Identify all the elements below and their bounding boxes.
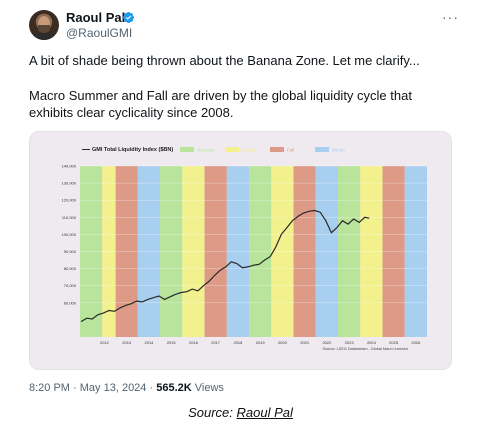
- author-handle[interactable]: @RaoulGMI: [66, 26, 132, 40]
- x-tick-label: 2019: [256, 340, 266, 345]
- x-tick-label: 2024: [367, 340, 377, 345]
- avatar[interactable]: [29, 10, 59, 40]
- liquidity-chart: 140,000 130,000 120,000 110,000 100,000 90,00…: [62, 147, 427, 351]
- x-tick-label: 2022: [322, 340, 332, 345]
- y-tick-label: 90,000: [64, 249, 77, 254]
- tweet-media-chart[interactable]: 140,000 130,000 120,000 110,000 100,000 90,00…: [29, 131, 452, 370]
- chart-source-note: Source: LSEG Datastream - Global Macro I…: [323, 347, 409, 351]
- y-tick-label: 130,000: [62, 181, 77, 186]
- y-tick-label: 110,000: [62, 215, 77, 220]
- legend-label-spring: Spring: [242, 148, 256, 153]
- y-tick-label: 140,000: [62, 164, 77, 169]
- legend-swatch-spring: [225, 147, 239, 152]
- tweet-text-line-3: exhibits clear cyclicality since 2008.: [29, 105, 234, 120]
- legend-swatch-winter: [315, 147, 329, 152]
- x-tick-label: 2012: [100, 340, 110, 345]
- y-tick-label: 70,000: [64, 283, 77, 288]
- x-tick-label: 2015: [167, 340, 177, 345]
- verified-badge-icon: [122, 11, 135, 24]
- legend-label-fall: Fall: [287, 148, 294, 153]
- tweet-text-line-1: A bit of shade being thrown about the Ba…: [29, 53, 420, 68]
- more-options-icon[interactable]: ···: [442, 10, 459, 24]
- tweet-time[interactable]: 8:20 PM: [29, 382, 70, 394]
- legend-swatch-summer: [180, 147, 194, 152]
- tweet-card: Raoul Pal @RaoulGMI ··· A bit of shade b…: [0, 0, 481, 400]
- tweet-date[interactable]: May 13, 2024: [80, 382, 147, 394]
- y-tick-label: 80,000: [64, 266, 77, 271]
- views-count: 565.2K: [156, 382, 192, 394]
- x-tick-label: 2020: [278, 340, 288, 345]
- x-tick-label: 2017: [211, 340, 221, 345]
- x-tick-label: 2023: [345, 340, 355, 345]
- tweet-text-paragraph-2: Macro Summer and Fall are driven by the …: [29, 87, 449, 121]
- source-link[interactable]: Raoul Pal: [237, 405, 293, 420]
- x-tick-label: 2013: [122, 340, 132, 345]
- chart-title: GMI Total Liquidity Index ($BN): [92, 147, 173, 153]
- x-tick-label: 2016: [189, 340, 199, 345]
- y-tick-label: 120,000: [62, 198, 77, 203]
- views-label: Views: [194, 382, 224, 394]
- tweet-text-line-2: Macro Summer and Fall are driven by the …: [29, 88, 412, 103]
- legend-label-winter: Winter: [332, 148, 346, 153]
- x-tick-label: 2018: [233, 340, 243, 345]
- author-name[interactable]: Raoul Pal: [66, 10, 125, 25]
- tweet-meta: 8:20 PM · May 13, 2024 · 565.2K Views: [29, 382, 224, 394]
- y-tick-label: 60,000: [64, 300, 77, 305]
- y-tick-label: 100,000: [62, 232, 77, 237]
- legend-swatch-fall: [270, 147, 284, 152]
- x-tick-label: 2021: [300, 340, 310, 345]
- x-tick-label: 2026: [411, 340, 421, 345]
- x-tick-label: 2014: [145, 340, 155, 345]
- x-tick-label: 2025: [389, 340, 399, 345]
- source-caption: Source: Raoul Pal: [0, 405, 481, 420]
- source-prefix: Source:: [188, 405, 237, 420]
- legend-label-summer: Summer: [197, 148, 215, 153]
